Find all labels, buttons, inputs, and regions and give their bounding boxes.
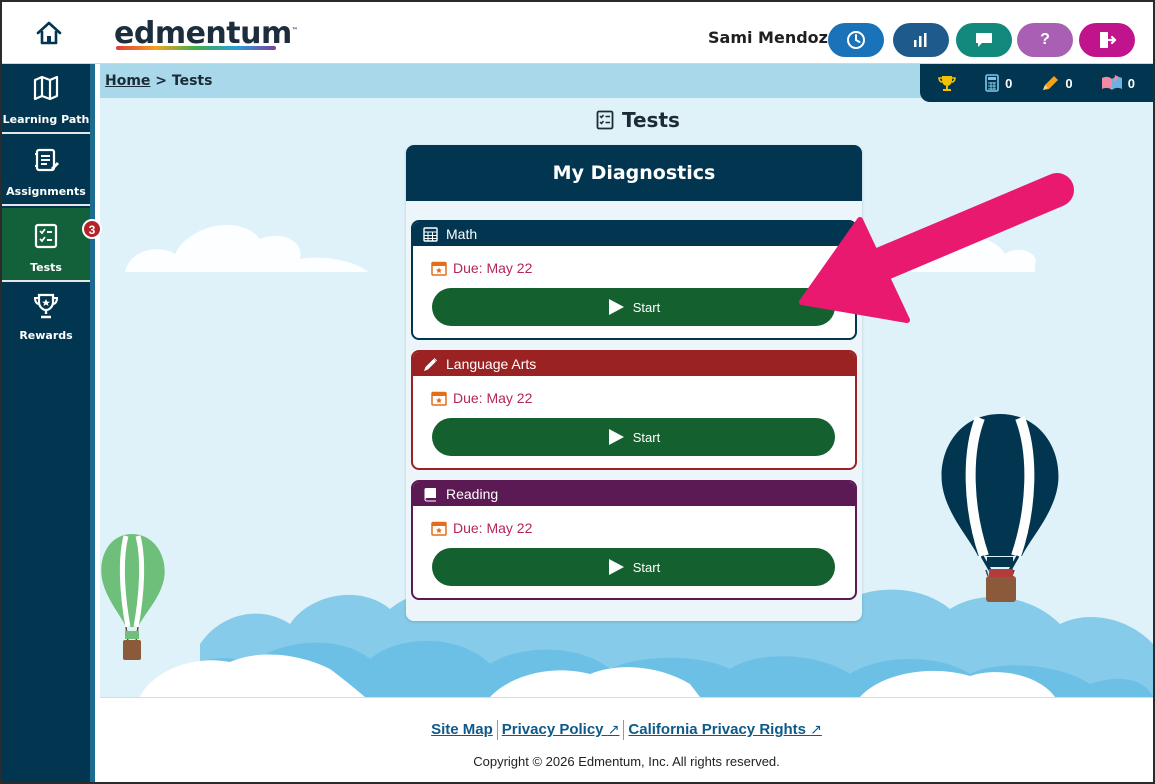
breadcrumb-home-link[interactable]: Home [105,73,150,89]
home-icon [36,21,61,45]
start-button-language-arts[interactable]: Start [432,418,835,456]
diagnostic-card-math: Math Due: May 22 Start [411,220,857,340]
home-button[interactable] [2,2,95,64]
due-date: Due: May 22 [431,520,532,536]
start-label: Start [632,559,661,575]
pencil-stat[interactable]: 0 [1040,74,1073,92]
calculator-count: 0 [1005,75,1013,91]
sidebar-item-label: Assignments [6,185,86,198]
start-label: Start [632,429,661,445]
due-date: Due: May 22 [431,260,532,276]
breadcrumb-separator: > [155,73,168,89]
breadcrumb-current: Tests [171,73,213,89]
tests-icon [34,223,58,249]
pencil-count: 0 [1065,75,1073,91]
copyright: Copyright © 2026 Edmentum, Inc. All righ… [473,754,780,769]
history-button[interactable] [828,23,884,57]
california-privacy-link[interactable]: California Privacy Rights ↗ [624,721,825,738]
help-button[interactable]: ? [1017,23,1073,57]
sidebar-item-assignments[interactable]: Assignments [2,136,90,206]
panel-title: My Diagnostics [406,145,862,201]
clock-icon [847,31,865,49]
hot-air-balloon-left [101,534,165,660]
due-date-text: Due: May 22 [453,260,533,276]
calculator-stat[interactable]: 0 [984,74,1012,92]
sidebar-item-label: Tests [30,261,62,274]
sidebar-item-label: Rewards [19,329,73,342]
tests-icon [596,110,614,130]
start-button-math[interactable]: Start [432,288,835,326]
sidebar-item-label: Learning Path [2,113,90,126]
pencil-icon [424,357,437,371]
my-diagnostics-panel: My Diagnostics Math Due: May 22 Start La… [406,145,862,621]
page-title-text: Tests [622,108,680,132]
calendar-icon [431,261,447,276]
card-subject: Math [446,226,478,242]
tests-count-badge: 3 [82,219,102,239]
card-subject: Reading [446,486,499,502]
progress-button[interactable] [893,23,949,57]
card-header: Math [413,222,855,246]
sidebar-item-learning-path[interactable]: Learning Path [2,64,90,134]
privacy-policy-text: Privacy Policy [501,720,604,738]
calculator-icon [423,226,438,242]
chart-icon [914,33,927,47]
trophy-icon [33,293,59,319]
logout-icon [1100,32,1117,48]
calendar-icon [431,391,447,406]
sidebar-item-rewards[interactable]: Rewards [2,284,90,356]
main-content: Home > Tests 0 0 0 Tests My Diagnostics … [100,64,1153,697]
start-label: Start [632,299,661,315]
due-date: Due: May 22 [431,390,532,406]
logout-button[interactable] [1079,23,1135,57]
trophy-stat[interactable] [938,74,956,92]
external-link-icon: ↗ [810,720,822,737]
footer: Site Map Privacy Policy ↗ California Priva… [100,697,1153,782]
due-date-text: Due: May 22 [453,390,533,406]
rewards-stats-bar: 0 0 0 [920,64,1153,102]
book-icon [1101,75,1122,90]
message-icon [976,33,992,47]
book-stat[interactable]: 0 [1101,74,1135,92]
play-icon [608,559,624,575]
map-icon [33,75,59,101]
footer-links: Site Map Privacy Policy ↗ California Priva… [100,720,1153,740]
edmentum-logo: edmentum™ [114,16,298,51]
trophy-icon [938,76,956,91]
logo-color-bar [116,46,276,50]
messages-button[interactable] [956,23,1012,57]
page-title: Tests [596,108,680,132]
hot-air-balloon-right [941,414,1059,602]
external-link-icon: ↗ [607,720,620,737]
calculator-icon [985,74,999,92]
book-count: 0 [1127,75,1135,91]
play-icon [608,429,624,445]
pencil-icon [1043,76,1059,90]
assignments-icon [35,148,59,172]
sidebar-item-tests[interactable]: Tests [2,208,90,282]
book-icon [424,487,436,501]
diagnostic-card-language-arts: Language Arts Due: May 22 Start [411,350,857,470]
due-date-text: Due: May 22 [453,520,533,536]
user-name: Sami Mendoza [708,28,839,47]
diagnostic-card-reading: Reading Due: May 22 Start [411,480,857,600]
sidebar: Learning Path Assignments Tests Rewards [2,64,95,782]
card-header: Reading [413,482,855,506]
privacy-policy-link[interactable]: Privacy Policy ↗ [498,721,624,738]
help-icon: ? [1040,31,1050,48]
card-header: Language Arts [413,352,855,376]
breadcrumb: Home > Tests [105,73,212,89]
play-icon [608,299,624,315]
app-window: edmentum™ Sami Mendoza ? Learning Path A… [0,0,1155,784]
calendar-icon [431,521,447,536]
site-map-link[interactable]: Site Map [427,721,497,738]
card-subject: Language Arts [446,356,537,372]
california-privacy-text: California Privacy Rights [628,720,806,738]
header: edmentum™ Sami Mendoza ? [2,2,1153,64]
start-button-reading[interactable]: Start [432,548,835,586]
